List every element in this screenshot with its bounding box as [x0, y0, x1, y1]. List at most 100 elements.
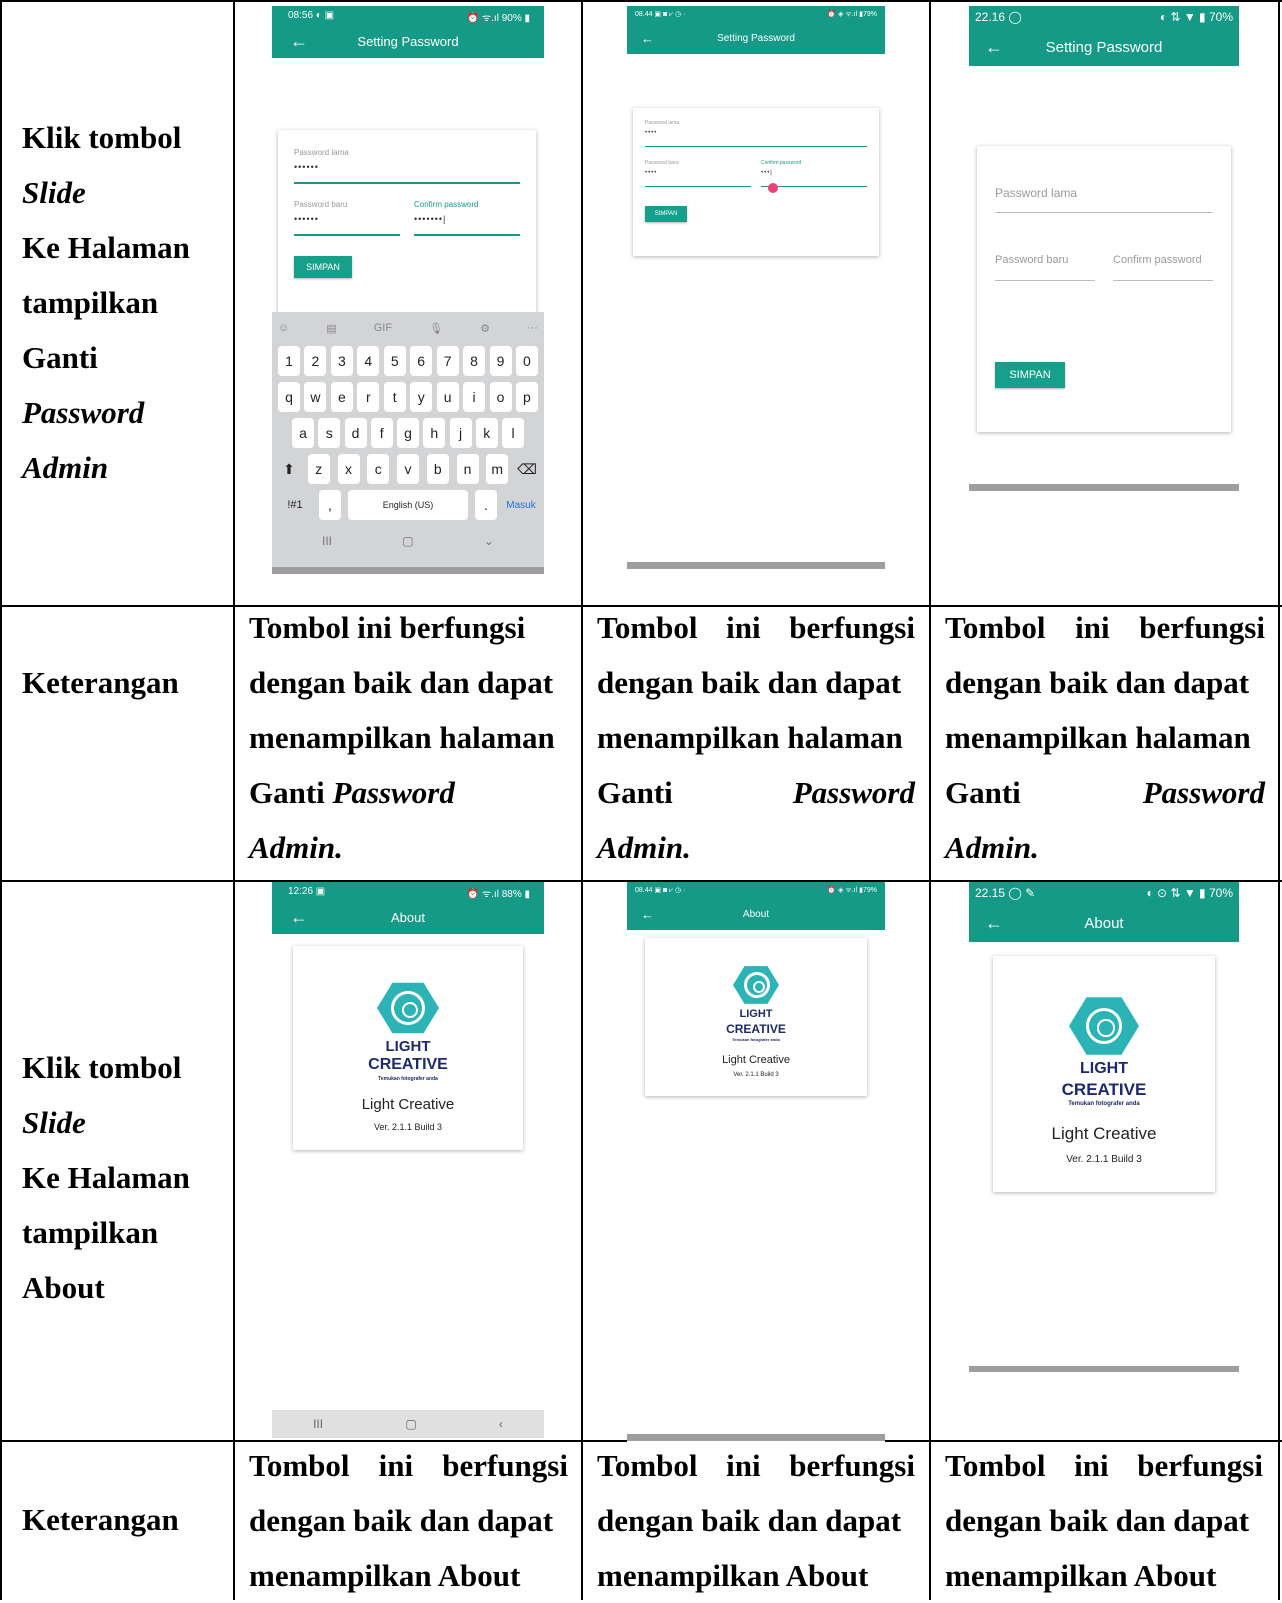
key[interactable]: k: [475, 418, 498, 448]
key[interactable]: 4: [357, 346, 380, 376]
confirm-password-label: Confirm password: [414, 200, 479, 209]
comma-key[interactable]: ,: [319, 490, 341, 520]
desc-line: menampilkan halaman: [597, 720, 903, 755]
key[interactable]: s: [318, 418, 341, 448]
key[interactable]: g: [397, 418, 419, 448]
keyboard-row-3: ⬆ z x c v b n m ⌫: [278, 454, 538, 484]
screen-title: About: [1084, 914, 1124, 932]
back-arrow-icon[interactable]: ←: [985, 913, 1003, 934]
key[interactable]: 0: [515, 346, 538, 376]
gif-icon[interactable]: GIF: [374, 322, 392, 335]
confirm-password-input[interactable]: •••••••|: [414, 214, 446, 224]
key[interactable]: 8: [463, 346, 486, 376]
key[interactable]: 6: [410, 346, 433, 376]
new-password-label[interactable]: Password baru: [995, 254, 1068, 266]
enter-key[interactable]: Masuk: [504, 490, 538, 520]
key[interactable]: h: [423, 418, 446, 448]
recent-apps-icon[interactable]: III: [313, 1417, 323, 1431]
key[interactable]: p: [515, 382, 538, 412]
sticker-icon[interactable]: ▤: [326, 322, 336, 335]
home-icon[interactable]: ▢: [402, 534, 413, 548]
key[interactable]: u: [436, 382, 459, 412]
emoji-icon[interactable]: ☺: [278, 322, 289, 335]
key[interactable]: q: [278, 382, 300, 412]
new-password-input[interactable]: ••••••: [294, 214, 319, 224]
key[interactable]: r: [357, 382, 380, 412]
text-cursor-handle[interactable]: [768, 183, 778, 193]
shift-icon[interactable]: ⬆: [278, 454, 300, 484]
desc-word: Tombol: [597, 610, 698, 645]
save-button[interactable]: SIMPAN: [294, 256, 352, 278]
row4-label: Keterangan: [22, 1502, 179, 1537]
logo-text-creative: CREATIVE: [726, 1022, 786, 1036]
key[interactable]: 9: [489, 346, 512, 376]
microphone-icon[interactable]: 🎙: [429, 322, 443, 335]
key[interactable]: b: [426, 454, 449, 484]
confirm-password-label[interactable]: Confirm password: [1113, 254, 1202, 266]
back-arrow-icon[interactable]: ←: [290, 31, 308, 52]
key[interactable]: y: [410, 382, 433, 412]
key[interactable]: z: [307, 454, 330, 484]
key[interactable]: 2: [304, 346, 327, 376]
keyboard-digit-row: 1 2 3 4 5 6 7 8 9 0: [278, 346, 538, 376]
key[interactable]: w: [304, 382, 327, 412]
logo-text-creative: CREATIVE: [368, 1056, 448, 1073]
key[interactable]: t: [383, 382, 406, 412]
key[interactable]: d: [344, 418, 367, 448]
desc-word: berfungsi: [1139, 610, 1265, 645]
key[interactable]: 1: [278, 346, 300, 376]
backspace-icon[interactable]: ⌫: [516, 454, 538, 484]
key[interactable]: x: [337, 454, 360, 484]
save-button[interactable]: SIMPAN: [645, 206, 687, 222]
key[interactable]: a: [292, 418, 314, 448]
back-arrow-icon[interactable]: ←: [641, 31, 654, 46]
key[interactable]: 7: [436, 346, 459, 376]
more-icon[interactable]: ···: [527, 322, 538, 335]
desc-word: ini: [1075, 610, 1110, 645]
old-password-input[interactable]: ••••••: [294, 162, 319, 172]
app-version: Ver. 2.1.1 Build 3: [373, 1122, 443, 1132]
key[interactable]: f: [370, 418, 393, 448]
old-password-label[interactable]: Password lama: [995, 186, 1077, 200]
desc-word: berfungsi: [789, 1448, 915, 1483]
confirm-password-label: Confirm password: [761, 160, 802, 166]
screenshot-about-1: 12:26 ▣ ⏰ ᯤ.ıl 88% ▮ ← About LIGHT CREATI…: [272, 882, 544, 1438]
key[interactable]: m: [486, 454, 509, 484]
back-arrow-icon[interactable]: ←: [641, 907, 654, 922]
screen-title: Setting Password: [1045, 38, 1163, 56]
key[interactable]: 3: [330, 346, 353, 376]
new-password-label: Password baru: [294, 200, 348, 209]
key[interactable]: 5: [383, 346, 406, 376]
desc-word: Tombol: [945, 610, 1046, 645]
new-password-input[interactable]: ••••: [645, 170, 657, 176]
save-button[interactable]: SIMPAN: [995, 362, 1065, 388]
table-border-top: [0, 0, 1282, 2]
desc-word: Admin.: [945, 830, 1039, 865]
hide-keyboard-icon[interactable]: ⌄: [484, 534, 494, 548]
status-bar: 12:26 ▣ ⏰ ᯤ.ıl 88% ▮: [288, 886, 530, 900]
gear-icon[interactable]: ⚙: [480, 322, 490, 335]
key[interactable]: c: [367, 454, 390, 484]
key[interactable]: l: [502, 418, 524, 448]
symbols-key[interactable]: !#1: [278, 490, 312, 520]
home-icon[interactable]: ▢: [405, 1417, 416, 1431]
space-key[interactable]: English (US): [348, 490, 468, 520]
confirm-password-input[interactable]: •••|: [761, 170, 773, 176]
period-key[interactable]: .: [475, 490, 497, 520]
key[interactable]: e: [330, 382, 353, 412]
key[interactable]: n: [456, 454, 479, 484]
key[interactable]: o: [489, 382, 512, 412]
scroll-indicator: [969, 484, 1239, 491]
desc-line: Tombol ini berfungsi: [249, 610, 526, 645]
status-bar: 08.44 ▣ ◙ ⩗ ◷ · ⏰ ◈ ᯤ.ıl ▮79%: [635, 11, 877, 18]
desc-word: Tombol: [945, 1448, 1046, 1483]
row4-description-1: Tombol ini berfungsi dengan baik dan dapat…: [249, 1438, 568, 1603]
key[interactable]: j: [449, 418, 472, 448]
key[interactable]: i: [463, 382, 486, 412]
back-arrow-icon[interactable]: ←: [985, 37, 1003, 58]
recent-apps-icon[interactable]: III: [322, 534, 332, 548]
back-nav-icon[interactable]: ‹: [499, 1417, 503, 1431]
back-arrow-icon[interactable]: ←: [290, 907, 308, 928]
key[interactable]: v: [397, 454, 419, 484]
old-password-input[interactable]: ••••: [645, 130, 657, 136]
